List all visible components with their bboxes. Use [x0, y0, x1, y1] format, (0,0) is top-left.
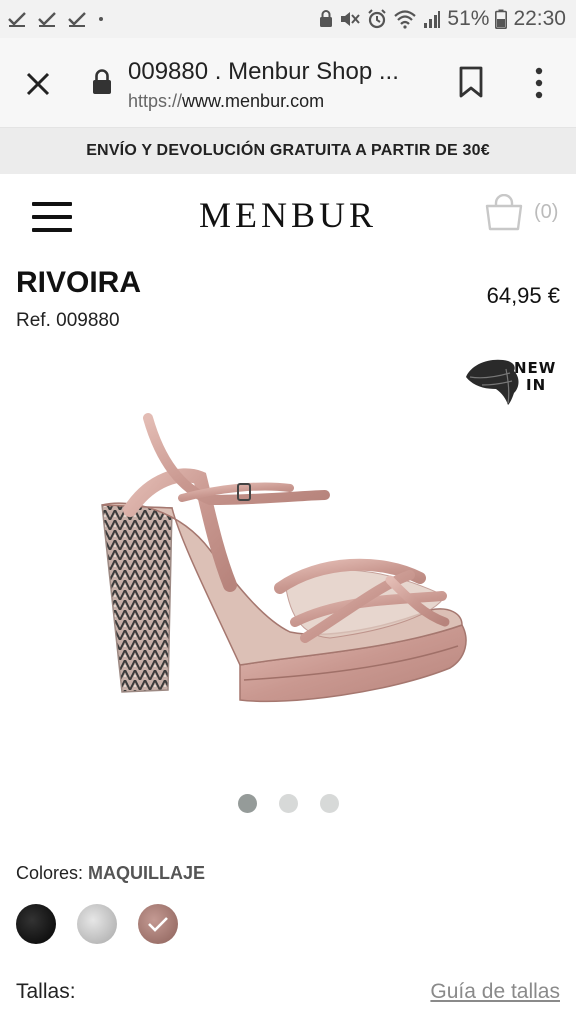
product-reference: Ref. 009880	[16, 310, 120, 331]
status-bar: 51% 22:30	[0, 0, 576, 38]
battery-percentage: 51%	[447, 7, 490, 30]
url-host: www.menbur.com	[182, 91, 325, 111]
dot-notification-icon	[99, 17, 103, 21]
mute-icon	[341, 12, 361, 26]
carousel-dot[interactable]	[278, 794, 298, 813]
alarm-icon	[368, 9, 387, 29]
product-name: RIVOIRA	[16, 266, 142, 299]
product-image[interactable]	[90, 400, 480, 720]
cart-count[interactable]: (0)	[534, 201, 558, 224]
image-carousel-dots	[0, 794, 576, 813]
color-swatch-black[interactable]	[16, 904, 56, 944]
promo-banner: ENVÍO Y DEVOLUCIÓN GRATUITA A PARTIR DE …	[0, 128, 576, 174]
battery-icon	[495, 9, 508, 29]
colors-label-text: Colores:	[16, 863, 84, 883]
checkmark-icon	[148, 917, 168, 932]
product-price: 64,95 €	[486, 283, 560, 308]
check-notification-icon	[38, 12, 56, 27]
bookmark-icon[interactable]	[458, 66, 484, 98]
close-tab-button[interactable]	[22, 68, 54, 100]
carousel-dot[interactable]	[237, 794, 257, 813]
shopping-bag-icon[interactable]	[484, 194, 524, 232]
overflow-menu-icon[interactable]	[532, 66, 546, 100]
wifi-icon	[394, 10, 417, 29]
site-header: MENBUR (0)	[0, 174, 576, 260]
color-swatch-silver[interactable]	[77, 904, 117, 944]
browser-toolbar: 009880 . Menbur Shop ... https://www.men…	[0, 38, 576, 128]
lock-icon[interactable]	[92, 68, 112, 96]
lock-status-icon	[320, 10, 333, 27]
check-notification-icon	[68, 12, 86, 27]
page-title[interactable]: 009880 . Menbur Shop ...	[128, 58, 418, 86]
size-guide-link[interactable]: Guía de tallas	[430, 980, 560, 1004]
check-notification-icon	[8, 12, 26, 27]
sizes-label: Tallas:	[16, 980, 76, 1003]
color-swatch-maquillaje[interactable]	[138, 904, 178, 944]
system-status: 51% 22:30	[319, 7, 566, 31]
clock-time: 22:30	[513, 7, 566, 30]
carousel-dot[interactable]	[319, 794, 339, 813]
badge-line-new: NEW	[514, 359, 557, 377]
notification-icons	[8, 11, 104, 27]
colors-label: Colores: MAQUILLAJE	[16, 863, 205, 884]
new-in-badge: NEW IN	[514, 360, 556, 394]
url-scheme: https://	[128, 91, 183, 111]
selected-color-name: MAQUILLAJE	[88, 863, 206, 883]
signal-icon	[424, 11, 441, 28]
page-url[interactable]: https://www.menbur.com	[128, 91, 324, 112]
badge-line-in: IN	[526, 376, 547, 394]
